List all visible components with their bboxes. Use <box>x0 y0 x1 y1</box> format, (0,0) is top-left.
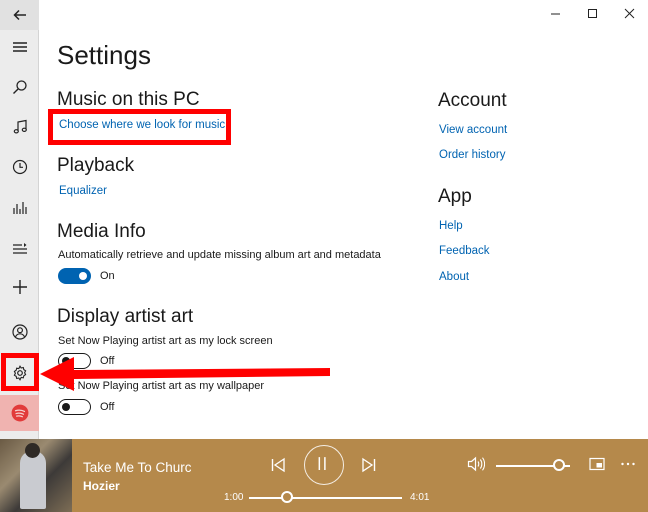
plus-icon <box>12 280 27 294</box>
hamburger-menu-icon <box>12 42 27 52</box>
artist-art-heading: Display artist art <box>57 306 194 327</box>
playlists-button[interactable] <box>0 232 39 266</box>
album-art-figure <box>20 451 46 509</box>
music-on-pc-heading: Music on this PC <box>57 89 200 110</box>
equalizer-link[interactable]: Equalizer <box>59 185 107 197</box>
playback-heading: Playback <box>57 155 135 176</box>
wallpaper-toggle-state: Off <box>100 401 115 413</box>
create-playlist-button[interactable] <box>0 270 39 304</box>
duration-time: 4:01 <box>410 492 430 503</box>
clock-icon <box>12 159 27 175</box>
track-title[interactable]: Take Me To Church <box>83 460 191 475</box>
mini-player-icon <box>589 457 605 471</box>
feedback-link[interactable]: Feedback <box>439 245 490 257</box>
hamburger-menu-button[interactable] <box>0 30 39 64</box>
next-button[interactable] <box>361 457 377 473</box>
order-history-link[interactable]: Order history <box>439 149 505 161</box>
previous-button[interactable] <box>270 457 286 473</box>
search-icon <box>12 80 27 95</box>
track-artist[interactable]: Hozier <box>83 479 120 493</box>
skip-previous-icon <box>271 457 285 473</box>
page-title: Settings <box>57 40 151 70</box>
now-playing-button[interactable] <box>0 191 39 225</box>
music-note-icon <box>13 119 27 134</box>
seek-bar[interactable] <box>249 497 402 499</box>
annotation-settings-box <box>1 353 39 391</box>
mini-view-button[interactable] <box>589 457 605 471</box>
recent-plays-button[interactable] <box>0 150 39 184</box>
chart-bars-icon <box>12 202 27 214</box>
annotation-highlight-box <box>48 109 231 145</box>
now-playing-bar: Take Me To Church Hozier 1:00 4:01 <box>0 439 648 512</box>
media-info-description: Automatically retrieve and update missin… <box>58 249 381 261</box>
volume-button[interactable] <box>467 456 485 472</box>
minimize-button[interactable] <box>545 4 565 22</box>
view-account-link[interactable]: View account <box>439 124 507 136</box>
media-info-toggle-state: On <box>100 270 115 282</box>
close-button[interactable] <box>619 4 639 22</box>
minimize-icon <box>550 13 560 14</box>
elapsed-time: 1:00 <box>224 492 244 503</box>
more-options-button[interactable] <box>620 457 636 471</box>
account-button[interactable] <box>0 315 39 349</box>
skip-next-icon <box>362 457 376 473</box>
back-arrow-icon <box>12 9 26 21</box>
search-button[interactable] <box>0 70 39 104</box>
album-art[interactable] <box>0 439 72 512</box>
more-ellipsis-icon <box>621 462 635 466</box>
help-link[interactable]: Help <box>439 220 463 232</box>
maximize-button[interactable] <box>582 4 602 22</box>
back-button[interactable] <box>0 0 39 30</box>
playlist-icon <box>12 243 27 254</box>
volume-knob[interactable] <box>552 459 565 471</box>
lock-screen-label: Set Now Playing artist art as my lock sc… <box>58 335 273 347</box>
app-heading: App <box>438 186 472 207</box>
person-icon <box>11 324 28 340</box>
spotify-button[interactable] <box>0 395 39 431</box>
seek-knob[interactable] <box>281 491 294 503</box>
my-music-button[interactable] <box>0 110 39 144</box>
wallpaper-toggle[interactable] <box>58 399 91 415</box>
close-icon <box>624 8 634 18</box>
media-info-heading: Media Info <box>57 221 146 242</box>
account-heading: Account <box>438 90 507 111</box>
pause-icon <box>318 457 326 471</box>
play-pause-button[interactable] <box>304 445 344 485</box>
media-info-toggle[interactable] <box>58 268 91 284</box>
about-link[interactable]: About <box>439 271 469 283</box>
spotify-icon <box>11 404 28 422</box>
volume-icon <box>467 456 485 472</box>
maximize-icon <box>587 8 597 18</box>
album-art-head <box>25 443 40 458</box>
annotation-arrow <box>40 357 330 391</box>
